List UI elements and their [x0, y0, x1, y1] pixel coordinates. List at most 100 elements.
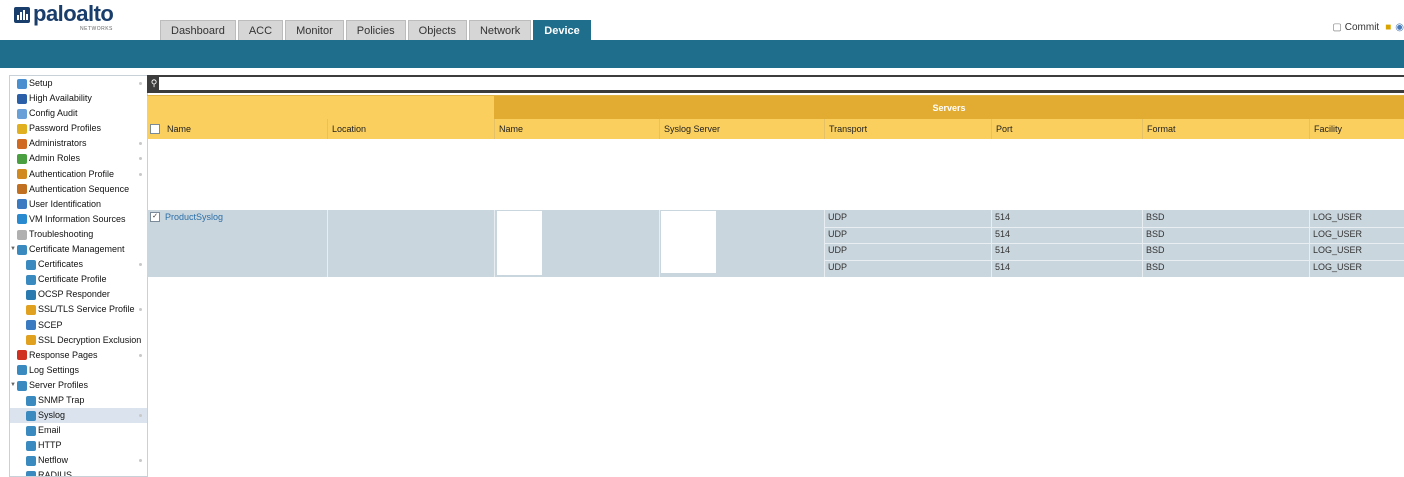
high-availability-icon [17, 93, 27, 104]
sidebar-item-email[interactable]: Email [10, 423, 147, 438]
sidebar-item-label: SNMP Trap [38, 394, 85, 405]
sidebar-item-label: HTTP [38, 440, 62, 451]
sidebar-item-scep[interactable]: SCEP [10, 318, 147, 333]
sidebar-item-user-identification[interactable]: User Identification [10, 197, 147, 212]
expand-arrow-icon[interactable]: ▼ [10, 242, 17, 257]
sidebar-item-ocsp-responder[interactable]: OCSP Responder [10, 287, 147, 302]
tab-network[interactable]: Network [468, 20, 532, 41]
column-header-location[interactable]: Location [327, 119, 494, 139]
sidebar-item-high-availability[interactable]: High Availability [10, 91, 147, 106]
tab-monitor[interactable]: Monitor [285, 20, 344, 41]
table-header: Name Location Name Syslog Server Transpo… [147, 119, 1404, 139]
sidebar-item-label: RADIUS [38, 470, 73, 477]
item-indicator-dot [139, 414, 142, 418]
password-profiles-icon [17, 123, 27, 134]
server-port-cell: 514 [995, 212, 1011, 222]
tab-acc[interactable]: ACC [237, 20, 284, 41]
item-indicator-dot [139, 263, 142, 267]
server-format-cell: BSD [1146, 212, 1165, 222]
item-indicator-dot [139, 157, 142, 161]
column-header-port[interactable]: Port [991, 119, 1142, 139]
sidebar-item-label: Email [38, 425, 61, 436]
header-band [0, 40, 1404, 68]
column-header-format[interactable]: Format [1142, 119, 1309, 139]
sidebar-item-ssl-tls-service-profile[interactable]: SSL/TLS Service Profile [10, 302, 147, 317]
sidebar-item-radius[interactable]: RADIUS [10, 468, 147, 477]
certificate-management-icon [17, 244, 27, 255]
item-indicator-dot [139, 308, 142, 312]
column-header-syslog-server[interactable]: Syslog Server [659, 119, 824, 139]
tab-policies[interactable]: Policies [345, 20, 406, 41]
lock-icon[interactable]: ■ [1385, 22, 1391, 33]
tab-objects[interactable]: Objects [407, 20, 467, 41]
server-format-cell: BSD [1146, 228, 1165, 239]
sidebar-item-label: SCEP [38, 319, 63, 330]
sidebar-item-label: Password Profiles [29, 123, 102, 134]
sidebar-item-setup[interactable]: Setup [10, 76, 147, 91]
expand-arrow-icon[interactable]: ▼ [10, 378, 17, 393]
sidebar-item-config-audit[interactable]: Config Audit [10, 106, 147, 121]
sidebar-item-snmp-trap[interactable]: SNMP Trap [10, 393, 147, 408]
sidebar-item-authentication-sequence[interactable]: Authentication Sequence [10, 182, 147, 197]
server-port-cell: 514 [995, 228, 1011, 239]
server-port-cell: 514 [995, 261, 1011, 272]
table-group-header: Servers [147, 95, 1404, 120]
sidebar-item-troubleshooting[interactable]: Troubleshooting [10, 227, 147, 242]
sidebar-item-syslog[interactable]: Syslog [10, 408, 147, 424]
column-header-server-name[interactable]: Name [494, 119, 659, 139]
servers-group-header: Servers [494, 96, 1404, 120]
authentication-profile-icon [17, 169, 27, 180]
sidebar-item-certificate-management[interactable]: ▼ Certificate Management [10, 242, 147, 257]
sidebar-item-log-settings[interactable]: Log Settings [10, 363, 147, 378]
row-checkbox[interactable]: ✓ [150, 212, 160, 222]
authentication-sequence-icon [17, 184, 27, 195]
divider [659, 210, 660, 277]
filter-input[interactable] [159, 77, 1404, 90]
commit-button[interactable]: Commit [1345, 22, 1379, 33]
sidebar-item-admin-roles[interactable]: Admin Roles [10, 151, 147, 166]
sidebar-item-certificates[interactable]: Certificates [10, 257, 147, 272]
response-pages-icon [17, 350, 27, 361]
sidebar-item-certificate-profile[interactable]: Certificate Profile [10, 272, 147, 287]
item-indicator-dot [139, 459, 142, 463]
search-icon[interactable]: ⚲ [149, 78, 159, 88]
sidebar-item-response-pages[interactable]: Response Pages [10, 348, 147, 363]
sidebar-item-netflow[interactable]: Netflow [10, 453, 147, 468]
http-icon [26, 440, 36, 451]
item-indicator-dot [139, 353, 142, 357]
sidebar-item-ssl-decryption-exclusion[interactable]: SSL Decryption Exclusion [10, 333, 147, 348]
radius-icon [26, 471, 36, 476]
server-facility-cell: LOG_USER [1313, 212, 1363, 222]
select-all-checkbox[interactable] [150, 124, 160, 134]
sidebar-item-label: VM Information Sources [29, 213, 126, 224]
config-icon[interactable]: ◉ [1395, 22, 1404, 33]
sidebar-item-label: Server Profiles [29, 379, 89, 390]
admin-roles-icon [17, 154, 27, 165]
profile-name-link[interactable]: ProductSyslog [161, 209, 325, 225]
server-transport-cell: UDP [828, 228, 848, 239]
column-header-facility[interactable]: Facility [1309, 119, 1404, 139]
server-transport-cell: UDP [828, 212, 848, 222]
main-tabs: Dashboard ACC Monitor Policies Objects Networ… [160, 20, 593, 41]
sidebar-item-http[interactable]: HTTP [10, 438, 147, 453]
sidebar-item-label: SSL/TLS Service Profile [38, 304, 135, 315]
tab-dashboard[interactable]: Dashboard [160, 20, 236, 41]
commit-icon[interactable]: ▢ [1332, 22, 1341, 33]
sidebar-item-label: Authentication Sequence [29, 183, 130, 194]
sidebar-item-label: OCSP Responder [38, 289, 110, 300]
column-header-name[interactable]: Name [163, 119, 327, 139]
sidebar-item-server-profiles[interactable]: ▼ Server Profiles [10, 378, 147, 393]
server-transport-cell: UDP [828, 261, 848, 272]
sidebar-item-administrators[interactable]: Administrators [10, 136, 147, 151]
tab-device[interactable]: Device [533, 20, 591, 41]
column-header-transport[interactable]: Transport [824, 119, 991, 139]
sidebar-item-label: Authentication Profile [29, 168, 115, 179]
sidebar-item-authentication-profile[interactable]: Authentication Profile [10, 167, 147, 182]
sidebar-item-vm-information-sources[interactable]: VM Information Sources [10, 212, 147, 227]
item-indicator-dot [139, 142, 142, 146]
brand-tagline: NETWORKS [80, 26, 113, 32]
sidebar-item-password-profiles[interactable]: Password Profiles [10, 121, 147, 136]
user-identification-icon [17, 199, 27, 210]
sidebar-item-label: Troubleshooting [29, 228, 94, 239]
sidebar-item-label: Certificates [38, 259, 84, 270]
